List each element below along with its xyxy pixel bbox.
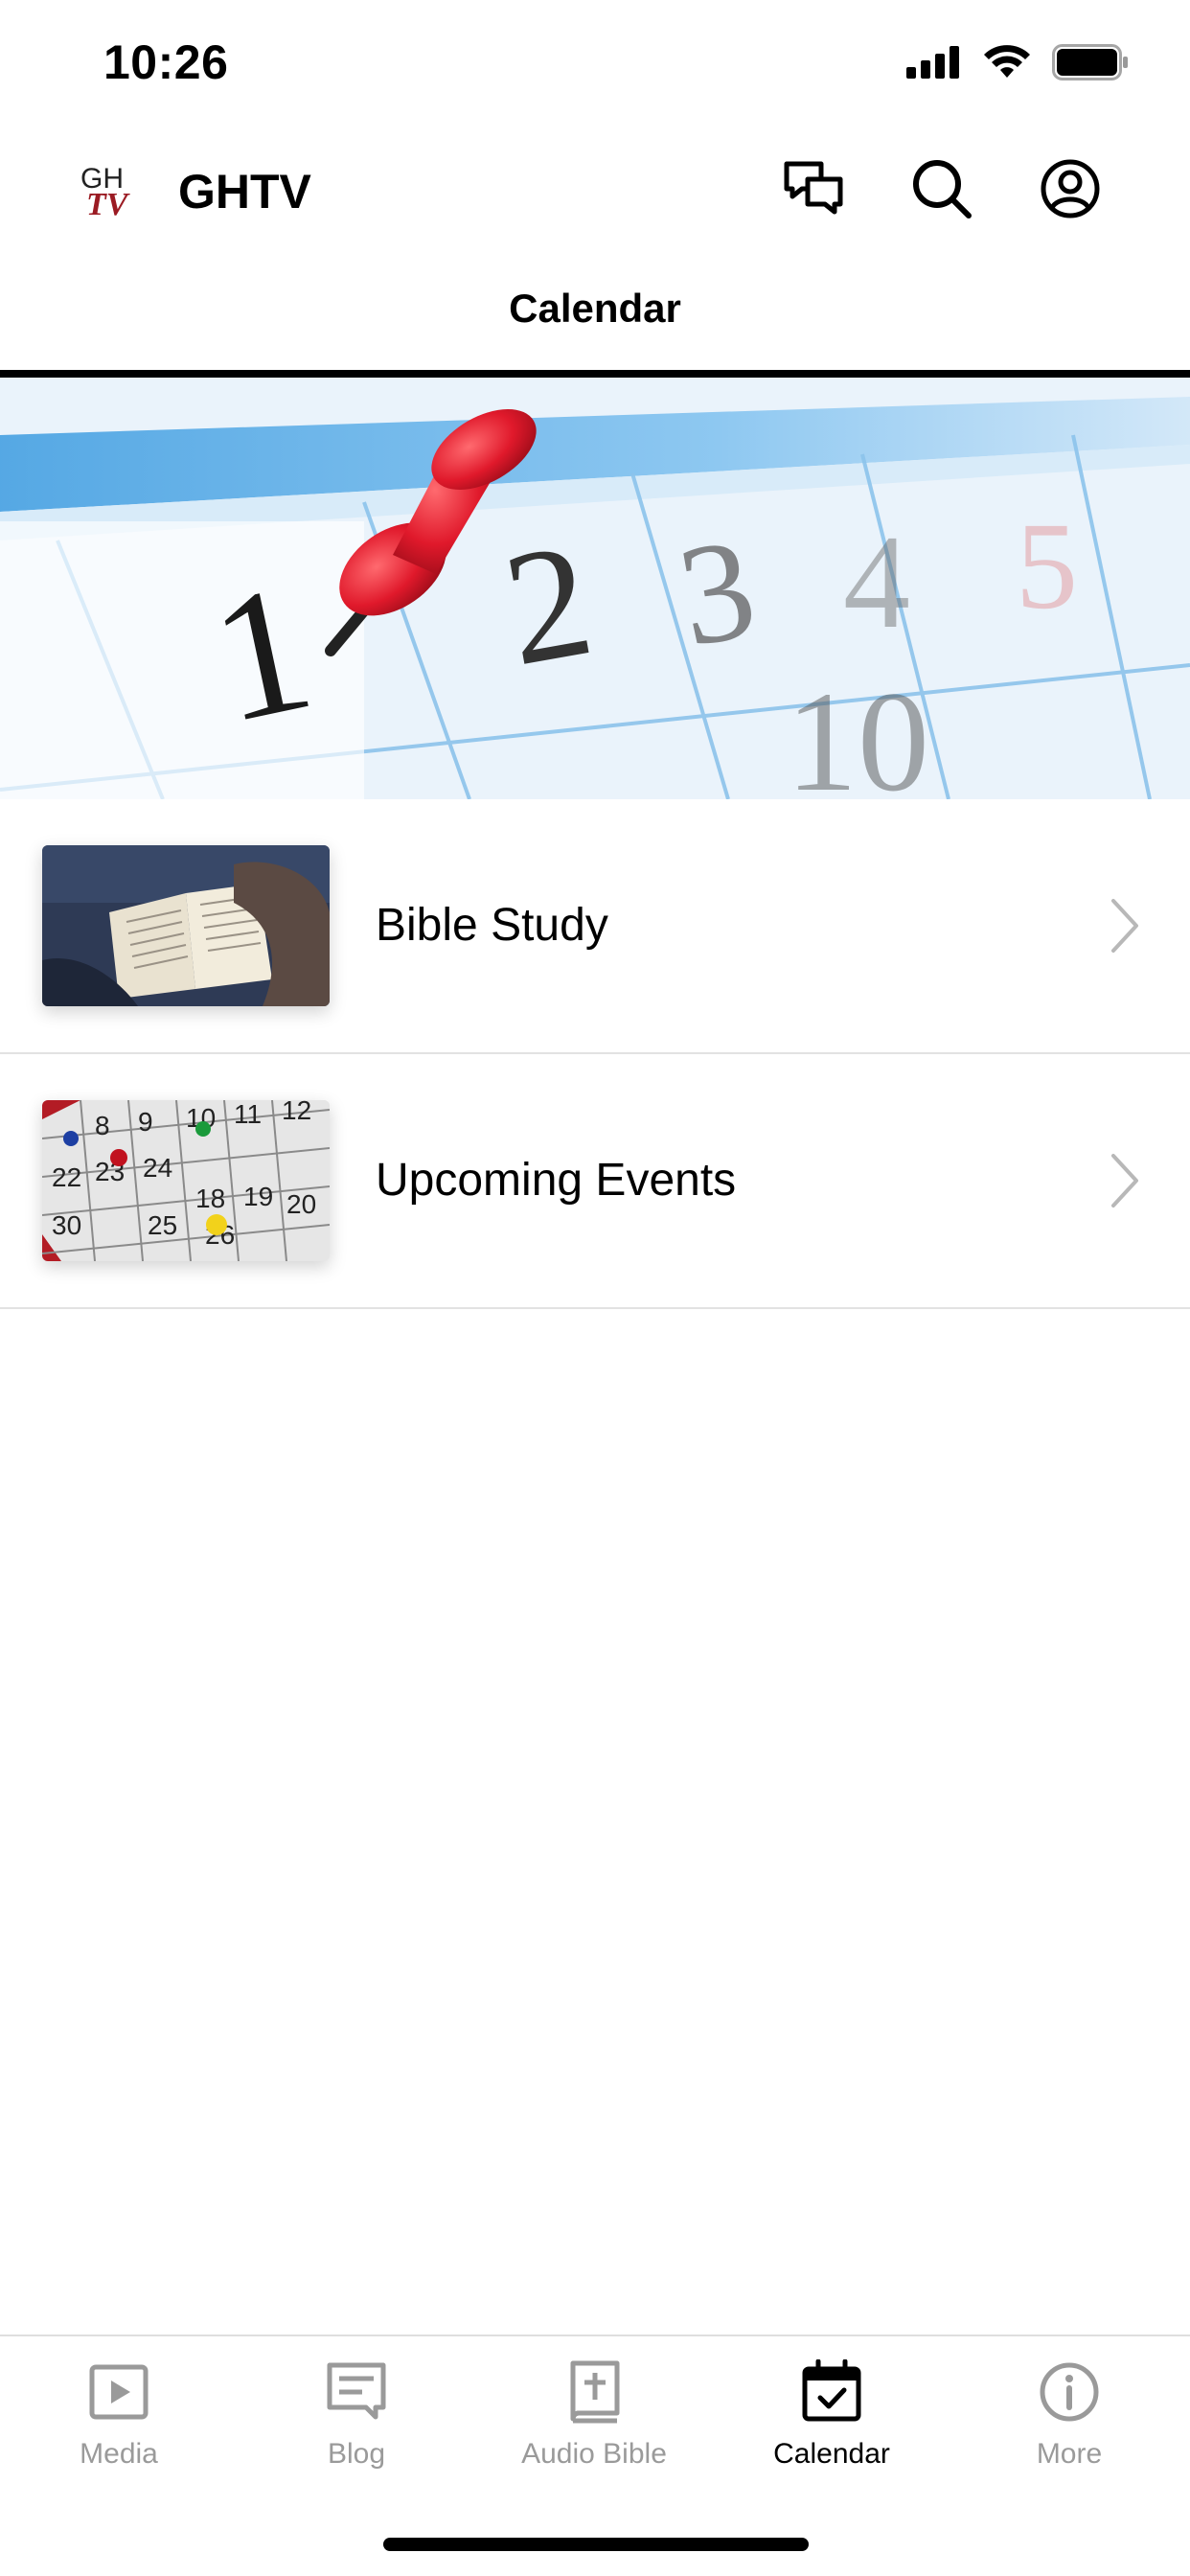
chat-button[interactable] <box>782 157 845 220</box>
status-bar: 10:26 <box>0 0 1190 125</box>
header-actions <box>782 157 1102 220</box>
calendar-hero-image: 1 2 3 4 5 10 <box>0 378 1190 799</box>
svg-text:4: 4 <box>843 508 910 656</box>
account-icon <box>1041 159 1100 218</box>
account-button[interactable] <box>1039 157 1102 220</box>
tab-calendar[interactable]: Calendar <box>713 2359 950 2494</box>
chat-icon <box>784 161 843 215</box>
list-item-upcoming-events[interactable]: 8 9 10 11 12 22 23 24 18 19 20 30 25 26 Upcoming … <box>0 1054 1190 1309</box>
svg-text:11: 11 <box>234 1100 262 1129</box>
tab-label: Audio Bible <box>521 2438 667 2470</box>
tab-label: Blog <box>327 2438 386 2470</box>
svg-text:10: 10 <box>786 662 929 799</box>
svg-text:20: 20 <box>286 1189 316 1219</box>
bible-icon <box>570 2360 620 2424</box>
calendar-pins-photo: 8 9 10 11 12 22 23 24 18 19 20 30 25 26 <box>42 1100 330 1261</box>
ghtv-logo-icon[interactable]: GH TV <box>79 161 140 222</box>
app-title: GHTV <box>178 165 311 218</box>
svg-text:19: 19 <box>243 1182 273 1211</box>
list-item-label: Bible Study <box>376 900 608 951</box>
list-item-bible-study[interactable]: Bible Study <box>0 799 1190 1054</box>
svg-text:TV: TV <box>86 187 130 222</box>
app-header: GH TV GHTV <box>0 144 1190 240</box>
tab-audio-bible[interactable]: Audio Bible <box>475 2359 713 2494</box>
play-icon <box>89 2364 149 2420</box>
open-bible-photo <box>42 845 330 1006</box>
calendar-pushpin-photo: 1 2 3 4 5 10 <box>0 378 1190 799</box>
tab-media[interactable]: Media <box>0 2359 238 2494</box>
calendar-list: Bible Study 8 9 10 11 12 22 23 24 18 19 … <box>0 799 1190 1309</box>
page-title: Calendar <box>509 286 681 331</box>
svg-text:25: 25 <box>148 1210 177 1240</box>
svg-text:22: 22 <box>52 1162 81 1192</box>
svg-text:8: 8 <box>95 1111 110 1140</box>
svg-text:9: 9 <box>138 1107 153 1137</box>
tab-label: More <box>1036 2438 1103 2470</box>
search-icon <box>913 160 972 218</box>
list-item-label: Upcoming Events <box>376 1155 737 1206</box>
wifi-icon <box>984 45 1030 78</box>
title-underline <box>0 370 1190 378</box>
chevron-right-icon <box>1111 899 1138 953</box>
cellular-signal-icon <box>906 46 959 79</box>
chevron-right-icon <box>1111 1154 1138 1208</box>
blog-icon <box>327 2362 386 2420</box>
tab-label: Media <box>80 2438 158 2470</box>
screen: 10:26 GH TV GHTV Calendar 1 2 3 4 5 10 B… <box>0 0 1190 2576</box>
svg-text:12: 12 <box>282 1100 311 1125</box>
info-icon <box>1040 2362 1099 2422</box>
tab-blog[interactable]: Blog <box>238 2359 475 2494</box>
calendar-icon <box>802 2359 861 2422</box>
tab-label: Calendar <box>773 2438 890 2470</box>
home-indicator <box>383 2538 809 2551</box>
svg-text:24: 24 <box>143 1153 172 1183</box>
battery-icon <box>1052 44 1128 80</box>
svg-text:5: 5 <box>1016 497 1078 635</box>
tab-more[interactable]: More <box>950 2359 1188 2494</box>
search-button[interactable] <box>910 157 973 220</box>
status-icons <box>906 44 1129 80</box>
status-time: 10:26 <box>103 35 229 89</box>
svg-text:18: 18 <box>195 1184 225 1213</box>
svg-text:30: 30 <box>52 1210 81 1240</box>
